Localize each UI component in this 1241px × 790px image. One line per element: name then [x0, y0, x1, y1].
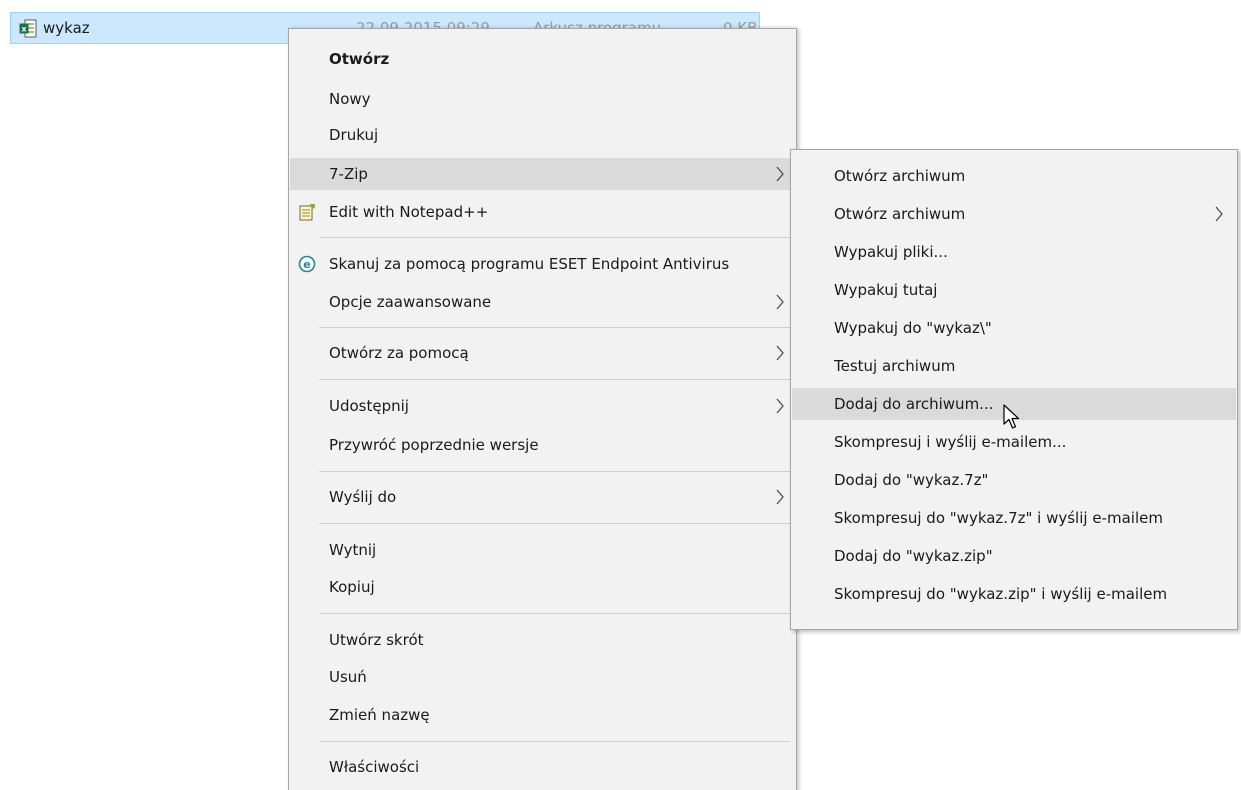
menu-item-label: 7-Zip: [329, 165, 368, 183]
menu-item-open[interactable]: Otwórz: [290, 43, 795, 75]
menu-item-eset-scan[interactable]: e Skanuj za pomocą programu ESET Endpoin…: [290, 248, 795, 280]
menu-item-label: Usuń: [329, 668, 367, 686]
menu-item-label: Drukuj: [329, 126, 379, 144]
svg-text:e: e: [303, 258, 310, 271]
chevron-right-icon: [1215, 206, 1223, 222]
submenu-item-label: Skompresuj do "wykaz.7z" i wyślij e-mail…: [834, 509, 1163, 527]
submenu-item-test-archive[interactable]: Testuj archiwum: [792, 350, 1236, 382]
menu-item-share[interactable]: Udostępnij: [290, 390, 795, 422]
menu-separator: [319, 523, 790, 524]
explorer-window: x wykaz 22.09.2015 09:29 Arkusz programu…: [0, 0, 1241, 790]
menu-item-restore-previous-versions[interactable]: Przywróć poprzednie wersje: [290, 429, 795, 461]
submenu-item-label: Testuj archiwum: [834, 357, 956, 375]
menu-separator: [319, 471, 790, 472]
submenu-item-label: Otwórz archiwum: [834, 167, 966, 185]
submenu-item-label: Otwórz archiwum: [834, 205, 966, 223]
menu-separator: [319, 741, 790, 742]
menu-item-open-with[interactable]: Otwórz za pomocą: [290, 337, 795, 369]
context-menu: Otwórz Nowy Drukuj 7-Zip Edit with Notep…: [288, 28, 797, 790]
menu-item-label: Wyślij do: [329, 488, 397, 506]
menu-item-edit-notepad[interactable]: Edit with Notepad++: [290, 196, 795, 228]
menu-item-label: Otwórz za pomocą: [329, 344, 469, 362]
menu-item-label: Przywróć poprzednie wersje: [329, 436, 539, 454]
menu-item-create-shortcut[interactable]: Utwórz skrót: [290, 624, 795, 656]
menu-item-7zip[interactable]: 7-Zip: [290, 158, 795, 190]
submenu-item-open-archive[interactable]: Otwórz archiwum: [792, 160, 1236, 192]
eset-icon: e: [298, 255, 316, 273]
menu-item-label: Wytnij: [329, 541, 377, 559]
menu-item-cut[interactable]: Wytnij: [290, 534, 795, 566]
menu-separator: [319, 327, 790, 328]
submenu-item-extract-files[interactable]: Wypakuj pliki...: [792, 236, 1236, 268]
chevron-right-icon: [776, 166, 784, 182]
menu-item-label: Udostępnij: [329, 397, 409, 415]
submenu-7zip: Otwórz archiwum Otwórz archiwum Wypakuj …: [790, 149, 1238, 630]
menu-item-label: Otwórz: [329, 50, 390, 68]
menu-item-label: Właściwości: [329, 758, 420, 776]
menu-item-copy[interactable]: Kopiuj: [290, 571, 795, 603]
chevron-right-icon: [776, 345, 784, 361]
submenu-item-compress-and-email[interactable]: Skompresuj i wyślij e-mailem...: [792, 426, 1236, 458]
excel-file-icon: x: [19, 19, 37, 38]
submenu-item-label: Dodaj do "wykaz.7z": [834, 471, 989, 489]
submenu-item-label: Wypakuj tutaj: [834, 281, 938, 299]
mouse-pointer-icon: [1003, 404, 1020, 429]
menu-item-label: Utwórz skrót: [329, 631, 424, 649]
menu-item-label: Kopiuj: [329, 578, 375, 596]
menu-item-new[interactable]: Nowy: [290, 83, 795, 115]
menu-item-send-to[interactable]: Wyślij do: [290, 481, 795, 513]
notepad-plus-plus-icon: [299, 204, 315, 221]
submenu-item-compress-zip-email[interactable]: Skompresuj do "wykaz.zip" i wyślij e-mai…: [792, 578, 1236, 610]
file-name[interactable]: wykaz: [43, 19, 90, 37]
submenu-item-extract-to-folder[interactable]: Wypakuj do "wykaz\": [792, 312, 1236, 344]
menu-item-print[interactable]: Drukuj: [290, 119, 795, 151]
menu-item-label: Opcje zaawansowane: [329, 293, 492, 311]
menu-separator: [319, 613, 790, 614]
submenu-item-label: Wypakuj do "wykaz\": [834, 319, 992, 337]
submenu-item-label: Skompresuj i wyślij e-mailem...: [834, 433, 1067, 451]
menu-item-properties[interactable]: Właściwości: [290, 751, 795, 783]
menu-separator: [319, 379, 790, 380]
submenu-item-label: Dodaj do "wykaz.zip": [834, 547, 993, 565]
submenu-item-add-to-zip[interactable]: Dodaj do "wykaz.zip": [792, 540, 1236, 572]
menu-item-label: Zmień nazwę: [329, 706, 430, 724]
menu-item-label: Nowy: [329, 90, 371, 108]
chevron-right-icon: [776, 294, 784, 310]
menu-item-advanced-options[interactable]: Opcje zaawansowane: [290, 286, 795, 318]
chevron-right-icon: [776, 398, 784, 414]
submenu-item-open-archive-more[interactable]: Otwórz archiwum: [792, 198, 1236, 230]
menu-separator: [319, 237, 790, 238]
svg-text:x: x: [21, 25, 27, 34]
submenu-item-label: Dodaj do archiwum...: [834, 395, 994, 413]
submenu-item-label: Wypakuj pliki...: [834, 243, 948, 261]
menu-item-label: Skanuj za pomocą programu ESET Endpoint …: [329, 255, 730, 273]
submenu-item-compress-7z-email[interactable]: Skompresuj do "wykaz.7z" i wyślij e-mail…: [792, 502, 1236, 534]
menu-item-rename[interactable]: Zmień nazwę: [290, 699, 795, 731]
chevron-right-icon: [776, 489, 784, 505]
submenu-item-add-to-7z[interactable]: Dodaj do "wykaz.7z": [792, 464, 1236, 496]
menu-item-delete[interactable]: Usuń: [290, 661, 795, 693]
menu-item-label: Edit with Notepad++: [329, 203, 489, 221]
submenu-item-label: Skompresuj do "wykaz.zip" i wyślij e-mai…: [834, 585, 1168, 603]
submenu-item-extract-here[interactable]: Wypakuj tutaj: [792, 274, 1236, 306]
